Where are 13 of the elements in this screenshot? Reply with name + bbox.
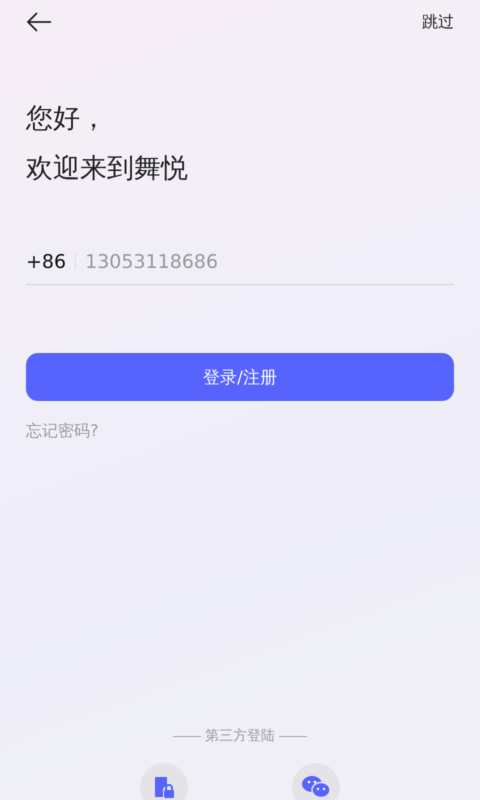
back-arrow-icon[interactable] xyxy=(26,11,52,33)
phone-input-field[interactable]: 13053118686 xyxy=(85,251,454,273)
forgot-password-link[interactable]: 忘记密码? xyxy=(26,421,98,442)
country-code[interactable]: +86 xyxy=(26,251,66,273)
greeting-text: 您好， xyxy=(26,102,108,136)
skip-button[interactable]: 跳过 xyxy=(422,12,454,32)
phone-lock-icon xyxy=(152,775,176,799)
wechat-icon xyxy=(302,775,330,799)
greeting-text: 欢迎来到舞悦 xyxy=(26,152,189,186)
login-register-button[interactable]: 登录/注册 xyxy=(26,353,454,401)
third-party-login-label: 第三方登陆 xyxy=(205,727,275,745)
third-party-login-button[interactable] xyxy=(140,763,188,800)
third-party-login-button[interactable] xyxy=(292,763,340,800)
